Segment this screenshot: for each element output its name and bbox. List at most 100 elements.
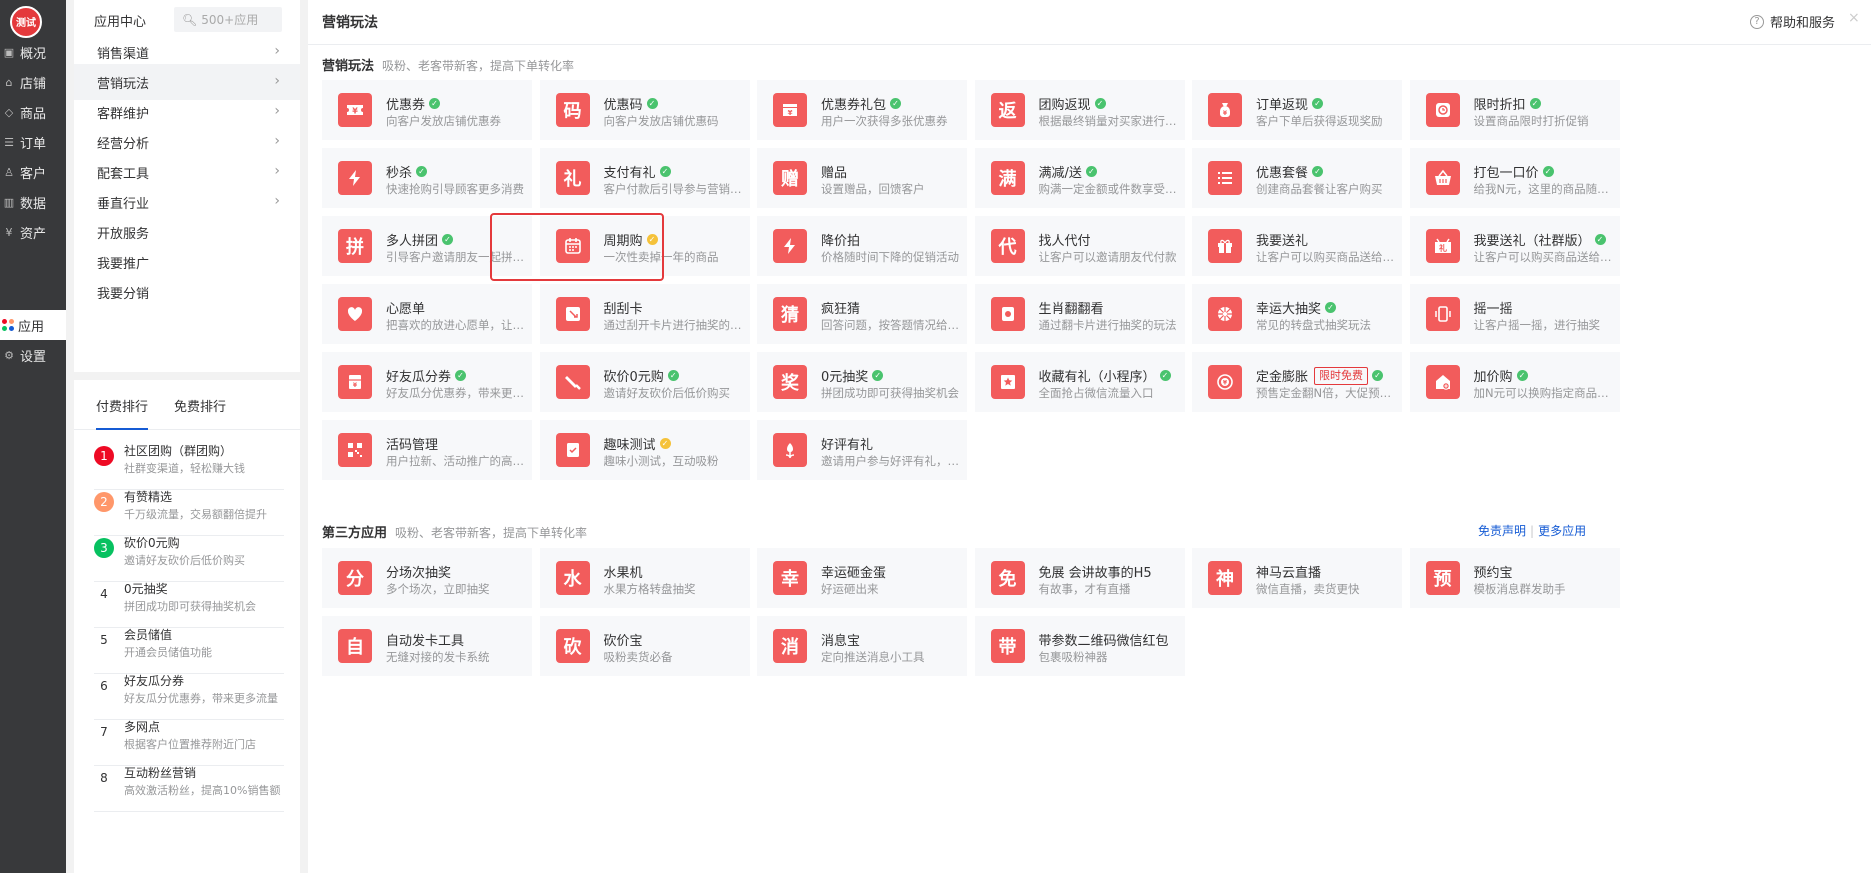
app-card-flip-card-icon[interactable]: 生肖翻翻看 通过翻卡片进行抽奖的玩法	[974, 284, 1185, 344]
gift-box-icon	[1208, 229, 1242, 263]
app-card-group-buy-icon[interactable]: 拼多人拼团✓引导客户邀请朋友一起拼团购买	[322, 216, 532, 276]
lightning-icon	[773, 229, 807, 263]
app-card-third-party-app-icon[interactable]: 幸幸运砸金蛋 好运砸出来	[757, 548, 967, 608]
app-card-third-party-app-icon[interactable]: 免免展 会讲故事的H5 有故事，才有直播	[974, 548, 1185, 608]
tab-paid-ranking[interactable]: 付费排行	[96, 396, 149, 430]
question-icon: ?	[1750, 14, 1764, 29]
app-card-star-icon[interactable]: 收藏有礼（小程序） ✓ 全面抢占微信流量入口	[974, 352, 1185, 412]
code-icon: 码	[555, 93, 590, 127]
calendar-icon	[555, 229, 590, 263]
app-title-text: 趣味测试	[603, 438, 656, 453]
app-card-guess-icon[interactable]: 猜疯狂猜 回答问题，按答题情况给奖励	[757, 284, 967, 344]
help-service-link[interactable]: ? 帮助和服务	[1750, 12, 1835, 31]
app-card-third-party-app-icon[interactable]: 自自动发卡工具 无缝对接的发卡系统	[322, 616, 532, 676]
app-card-gift-text-icon[interactable]: 赠赠品 设置赠品，回馈客户	[757, 148, 967, 208]
sidebar-item-settings[interactable]: ⚙ 设置	[0, 340, 66, 370]
app-card-lightning-icon[interactable]: 秒杀 ✓ 快速抢购引导顾客更多消费	[322, 148, 532, 208]
app-card-gift-text-icon[interactable]: 礼支付有礼 ✓ 客户付款后引导参与营销互动	[539, 148, 750, 208]
app-card-gift-box-icon[interactable]: 我要送礼 让客户可以购买商品送给朋友	[1192, 216, 1402, 276]
sidebar-item-6[interactable]: ¥ 资产	[0, 217, 66, 247]
app-card-proxy-pay-icon[interactable]: 代找人代付 让客户可以邀请朋友代付款	[974, 216, 1185, 276]
app-card-phone-shake-icon[interactable]: 摇一摇 让客户摇一摇，进行抽奖	[1409, 284, 1620, 344]
more-apps-link[interactable]: 更多应用	[1538, 524, 1586, 538]
disclaimer-link[interactable]: 免责声明	[1478, 524, 1526, 538]
app-card-third-party-app-icon[interactable]: 带带参数二维码微信红包 包裹吸粉神器	[974, 616, 1185, 676]
app-card-desc: 通过刮开卡片进行抽奖的玩法	[603, 318, 744, 332]
app-card-wheel-icon[interactable]: 幸运大抽奖 ✓ 常见的转盘式抽奖玩法	[1192, 284, 1402, 344]
chevron-right-icon: ›	[274, 133, 280, 149]
close-icon[interactable]: ×	[1848, 10, 1860, 26]
rank-number: 3	[94, 538, 114, 558]
yen-icon: ¥	[5, 225, 13, 239]
app-card-deposit-icon[interactable]: ¥定金膨胀限时免费✓预售定金翻N倍，大促预热利器	[1192, 352, 1402, 412]
app-center-header: 应用中心 🔍︎ 500+应用	[74, 0, 300, 38]
app-card-basket-icon[interactable]: 打包一口价 ✓ 给我N元，这里的商品随便挑	[1409, 148, 1620, 208]
app-card-desc: 好运砸出来	[821, 582, 879, 596]
app-card-money-bag-icon[interactable]: ¥ 订单返现 ✓ 客户下单后获得返现奖励	[1192, 80, 1402, 140]
app-card-title: 我要送礼	[1256, 230, 1308, 249]
app-title-text: 团购返现	[1038, 98, 1091, 113]
sidebar-item-3[interactable]: ☰ 订单	[0, 127, 66, 157]
app-card-heart-icon[interactable]: 心愿单把喜欢的放进心愿单，让朋友...	[322, 284, 532, 344]
rank-app-name: 社区团购（群团购）	[124, 444, 233, 458]
ranking-item[interactable]: 8 互动粉丝营销 高效激活粉丝，提高10%销售额	[94, 757, 284, 812]
phone-shake-icon	[1425, 297, 1460, 331]
app-card-third-party-app-icon[interactable]: 消消息宝 定向推送消息小工具	[757, 616, 967, 676]
app-nav-item[interactable]: 我要分销	[74, 274, 300, 310]
app-title-text: 限时折扣	[1473, 98, 1526, 113]
app-title-text: 免展 会讲故事的H5	[1038, 566, 1152, 581]
app-card-list-icon[interactable]: 优惠套餐 ✓ 创建商品套餐让客户购买	[1192, 148, 1402, 208]
app-card-lightning-icon[interactable]: 降价拍 价格随时间下降的促销活动	[757, 216, 967, 276]
rank-app-desc: 好友瓜分优惠券，带来更多流量	[124, 692, 278, 705]
app-card-title: 分场次抽奖	[386, 562, 451, 581]
app-search-input[interactable]: 🔍︎ 500+应用	[174, 7, 282, 32]
app-title-text: 摇一摇	[1473, 302, 1513, 317]
rank-app-name: 多网点	[124, 720, 161, 734]
app-card-third-party-app-icon[interactable]: 水水果机 水果方格转盘抽奖	[539, 548, 750, 608]
app-card-split-coupon-icon[interactable]: ¥好友瓜分券✓好友瓜分优惠券，带来更多流量	[322, 352, 532, 412]
tab-free-ranking[interactable]: 免费排行	[174, 396, 226, 415]
app-card-coupon-pack-icon[interactable]: ¥ 优惠券礼包 ✓ 用户一次获得多张优惠券	[757, 80, 967, 140]
app-card-calendar-icon[interactable]: 周期购 ✓ 一次性卖掉一年的商品	[539, 216, 750, 276]
sidebar-item-0[interactable]: ▣ 概况	[0, 37, 66, 67]
app-card-clock-icon[interactable]: 限时折扣 ✓ 设置商品限时打折促销	[1409, 80, 1620, 140]
app-card-desc: 让客户可以邀请朋友代付款	[1038, 250, 1177, 264]
rank-app-name: 互动粉丝营销	[124, 766, 197, 780]
third-party-app-icon: 幸	[773, 561, 807, 595]
app-card-flower-icon[interactable]: 好评有礼邀请用户参与好评有礼，沉淀...	[757, 420, 967, 480]
app-card-desc: 全面抢占微信流量入口	[1038, 386, 1154, 400]
app-card-quiz-icon[interactable]: 趣味测试 ✓ 趣味小测试，互动吸粉	[539, 420, 750, 480]
search-placeholder: 500+应用	[201, 13, 259, 27]
app-card-title: 优惠码 ✓	[604, 94, 658, 113]
app-card-title: 周期购 ✓	[604, 230, 658, 249]
app-card-third-party-app-icon[interactable]: 分分场次抽奖 多个场次，立即抽奖	[322, 548, 532, 608]
shop-logo[interactable]: 测试	[10, 6, 42, 38]
app-title-text: 满减/送	[1038, 166, 1082, 181]
third-party-app-icon: 自	[338, 629, 372, 663]
sidebar-item-2[interactable]: ◇ 商品	[0, 97, 66, 127]
app-card-full-reduction-icon[interactable]: 满满减/送 ✓ 购满一定金额或件数享受优惠	[974, 148, 1185, 208]
app-nav-label: 我要分销	[97, 286, 150, 302]
sidebar-item-5[interactable]: ▥ 数据	[0, 187, 66, 217]
verified-check-icon: ✓	[1516, 370, 1528, 381]
app-card-third-party-app-icon[interactable]: 砍砍价宝 吸粉卖货必备	[539, 616, 750, 676]
app-card-coupon-icon[interactable]: ¥ 优惠券 ✓ 向客户发放店铺优惠券	[322, 80, 532, 140]
app-card-rebate-icon[interactable]: 返团购返现 ✓ 根据最终销量对买家进行返现	[974, 80, 1185, 140]
app-card-desc: 定向推送消息小工具	[821, 650, 925, 664]
sidebar-item-apps[interactable]: 应用	[0, 310, 66, 340]
proxy-pay-icon: 代	[990, 229, 1025, 263]
app-card-qrcode-icon[interactable]: 活码管理用户拉新、活动推广的高效引...	[322, 420, 532, 480]
app-card-add-price-icon[interactable]: 加价购✓加N元可以换购指定商品，提...	[1409, 352, 1620, 412]
app-card-third-party-app-icon[interactable]: 预预约宝 模板消息群发助手	[1409, 548, 1620, 608]
app-card-third-party-app-icon[interactable]: 神神马云直播 微信直播，卖货更快	[1192, 548, 1402, 608]
app-card-title: 带参数二维码微信红包	[1039, 630, 1169, 649]
app-title-text: 找人代付	[1038, 234, 1091, 249]
sidebar-item-4[interactable]: ♙ 客户	[0, 157, 66, 187]
app-card-code-icon[interactable]: 码优惠码 ✓ 向客户发放店铺优惠码	[539, 80, 750, 140]
sidebar-item-1[interactable]: ⌂ 店铺	[0, 67, 66, 97]
app-card-scratch-card-icon[interactable]: 刮刮卡 通过刮开卡片进行抽奖的玩法	[539, 284, 750, 344]
app-card-community-gift-icon[interactable]: 礼我要送礼（社群版） ✓ 让客户可以购买商品送给朋友	[1409, 216, 1620, 276]
app-card-desc: 无缝对接的发卡系统	[386, 650, 490, 664]
app-card-knife-icon[interactable]: 砍价0元购 ✓ 邀请好友砍价后低价购买	[539, 352, 750, 412]
app-card-prize-icon[interactable]: 奖 0元抽奖 ✓ 拼团成功即可获得抽奖机会	[757, 352, 967, 412]
